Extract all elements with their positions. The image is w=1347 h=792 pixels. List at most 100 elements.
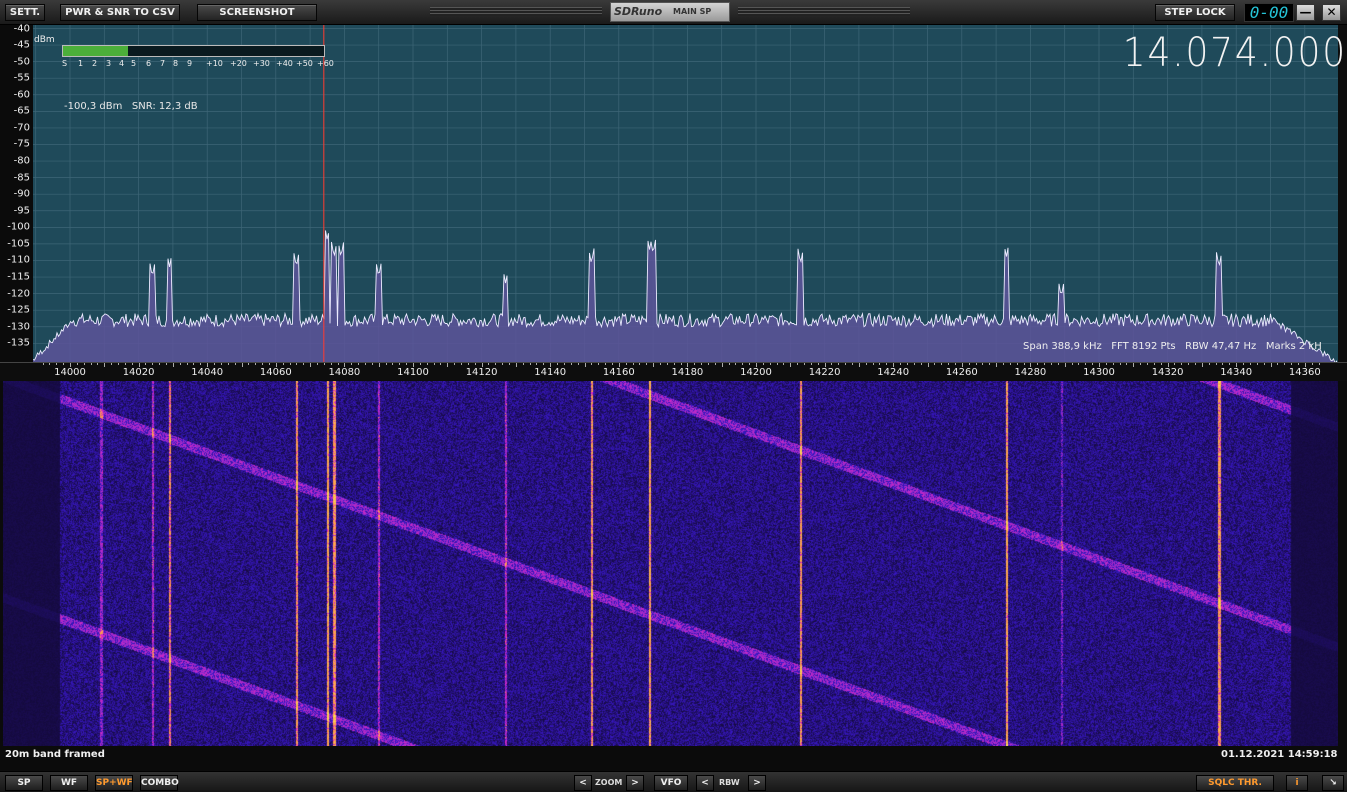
freq-tick-label: 14120	[465, 367, 498, 378]
sp-wf-mode-button[interactable]: SP+WF	[95, 775, 133, 791]
combo-mode-button[interactable]: COMBO	[140, 775, 179, 791]
zoom-label: ZOOM	[595, 778, 623, 787]
freq-tick	[1030, 363, 1032, 367]
freq-tick	[975, 363, 977, 365]
freq-tick	[522, 363, 524, 365]
freq-tick	[1215, 363, 1217, 365]
zoom-out-button[interactable]: <	[574, 775, 592, 791]
freq-tick	[1002, 363, 1004, 365]
s-meter-tick: 8	[173, 59, 179, 68]
freq-tick	[666, 363, 668, 365]
db-tick-label: -125	[7, 304, 30, 316]
waterfall-display[interactable]	[3, 381, 1338, 746]
drag-grip-right[interactable]	[738, 7, 910, 16]
freq-tick-label: 14140	[534, 367, 567, 378]
freq-tick	[268, 363, 270, 365]
freq-tick	[913, 363, 915, 365]
freq-tick	[831, 363, 833, 365]
freq-tick	[275, 363, 277, 367]
db-tick-label: -85	[13, 172, 30, 184]
freq-tick	[419, 363, 421, 365]
freq-tick	[172, 363, 174, 367]
frequency-display[interactable]: 14.074.000	[1123, 30, 1345, 76]
freq-tick	[1064, 363, 1066, 367]
freq-tick	[694, 363, 696, 365]
freq-tick	[351, 363, 353, 365]
freq-tick	[1243, 363, 1245, 365]
freq-tick	[1256, 363, 1258, 365]
freq-tick	[1236, 363, 1238, 367]
db-tick-label: -120	[7, 288, 30, 300]
s-meter-tick: 3	[106, 59, 112, 68]
s-meter-tick: 7	[160, 59, 166, 68]
freq-tick	[1263, 363, 1265, 365]
rbw-up-button[interactable]: >	[748, 775, 766, 791]
freq-tick	[63, 363, 65, 365]
freq-tick	[234, 363, 236, 365]
sp-mode-button[interactable]: SP	[5, 775, 43, 791]
s-meter-tick: +30	[253, 59, 270, 68]
freq-tick	[742, 363, 744, 365]
spectrum-info: Span 388,9 kHz FFT 8192 Pts RBW 47,47 Hz…	[1023, 341, 1322, 352]
freq-tick	[426, 363, 428, 365]
close-button[interactable]: ✕	[1322, 4, 1341, 21]
freq-tick	[49, 363, 51, 365]
freq-tick	[1277, 363, 1279, 365]
s-meter-tick: S	[62, 59, 68, 68]
s-meter-tick: 1	[78, 59, 84, 68]
step-lock-button[interactable]: STEP LOCK	[1155, 4, 1235, 21]
freq-tick-label: 14000	[54, 367, 86, 378]
pwr-snr-csv-button[interactable]: PWR & SNR TO CSV	[60, 4, 180, 21]
freq-tick	[714, 363, 716, 365]
freq-tick-label: 14220	[808, 367, 841, 378]
freq-tick	[982, 363, 984, 365]
vfo-button[interactable]: VFO	[654, 775, 688, 791]
wf-mode-button[interactable]: WF	[50, 775, 88, 791]
freq-tick	[934, 363, 936, 365]
screenshot-button[interactable]: SCREENSHOT	[197, 4, 317, 21]
freq-tick	[941, 363, 943, 365]
squelch-threshold-button[interactable]: SQLC THR.	[1196, 775, 1274, 791]
freq-tick	[632, 363, 634, 365]
freq-tick	[1160, 363, 1162, 365]
freq-tick-label: 14100	[397, 367, 429, 378]
freq-tick	[1050, 363, 1052, 365]
freq-tick	[906, 363, 908, 365]
resize-icon[interactable]: ↘	[1322, 775, 1344, 791]
freq-tick	[1023, 363, 1025, 365]
freq-tick	[262, 363, 264, 365]
freq-tick	[1153, 363, 1155, 365]
freq-tick	[1222, 363, 1224, 365]
freq-tick-label: 14240	[877, 367, 910, 378]
freq-tick	[529, 363, 531, 365]
freq-tick	[605, 363, 607, 365]
freq-tick	[406, 363, 408, 365]
freq-tick	[927, 363, 929, 367]
db-tick-label: -135	[7, 337, 30, 349]
settings-button[interactable]: SETT.	[5, 4, 45, 21]
freq-tick	[653, 363, 655, 367]
frequency-axis[interactable]: 14000 14020 14040 14060 14080 14100 14120 14140…	[0, 362, 1347, 381]
freq-tick	[1249, 363, 1251, 365]
freq-tick	[70, 363, 71, 367]
top-toolbar: SETT. PWR & SNR TO CSV SCREENSHOT SDRuno…	[0, 0, 1347, 25]
drag-grip-left[interactable]	[430, 7, 602, 16]
minimize-button[interactable]: —	[1296, 4, 1315, 21]
rbw-down-button[interactable]: <	[696, 775, 714, 791]
freq-tick	[852, 363, 854, 365]
freq-tick	[735, 363, 737, 365]
freq-tick	[879, 363, 881, 365]
freq-tick-label: 14040	[191, 367, 224, 378]
freq-tick	[303, 363, 305, 365]
freq-tick	[145, 363, 147, 365]
freq-tick	[364, 363, 366, 365]
info-button[interactable]: i	[1286, 775, 1308, 791]
freq-tick	[756, 363, 757, 367]
freq-tick	[1126, 363, 1128, 365]
freq-tick	[989, 363, 991, 365]
freq-tick	[1092, 363, 1094, 365]
zoom-in-button[interactable]: >	[626, 775, 644, 791]
vfo-display: 0-00	[1244, 3, 1294, 22]
freq-tick	[1140, 363, 1142, 365]
freq-tick	[289, 363, 291, 365]
